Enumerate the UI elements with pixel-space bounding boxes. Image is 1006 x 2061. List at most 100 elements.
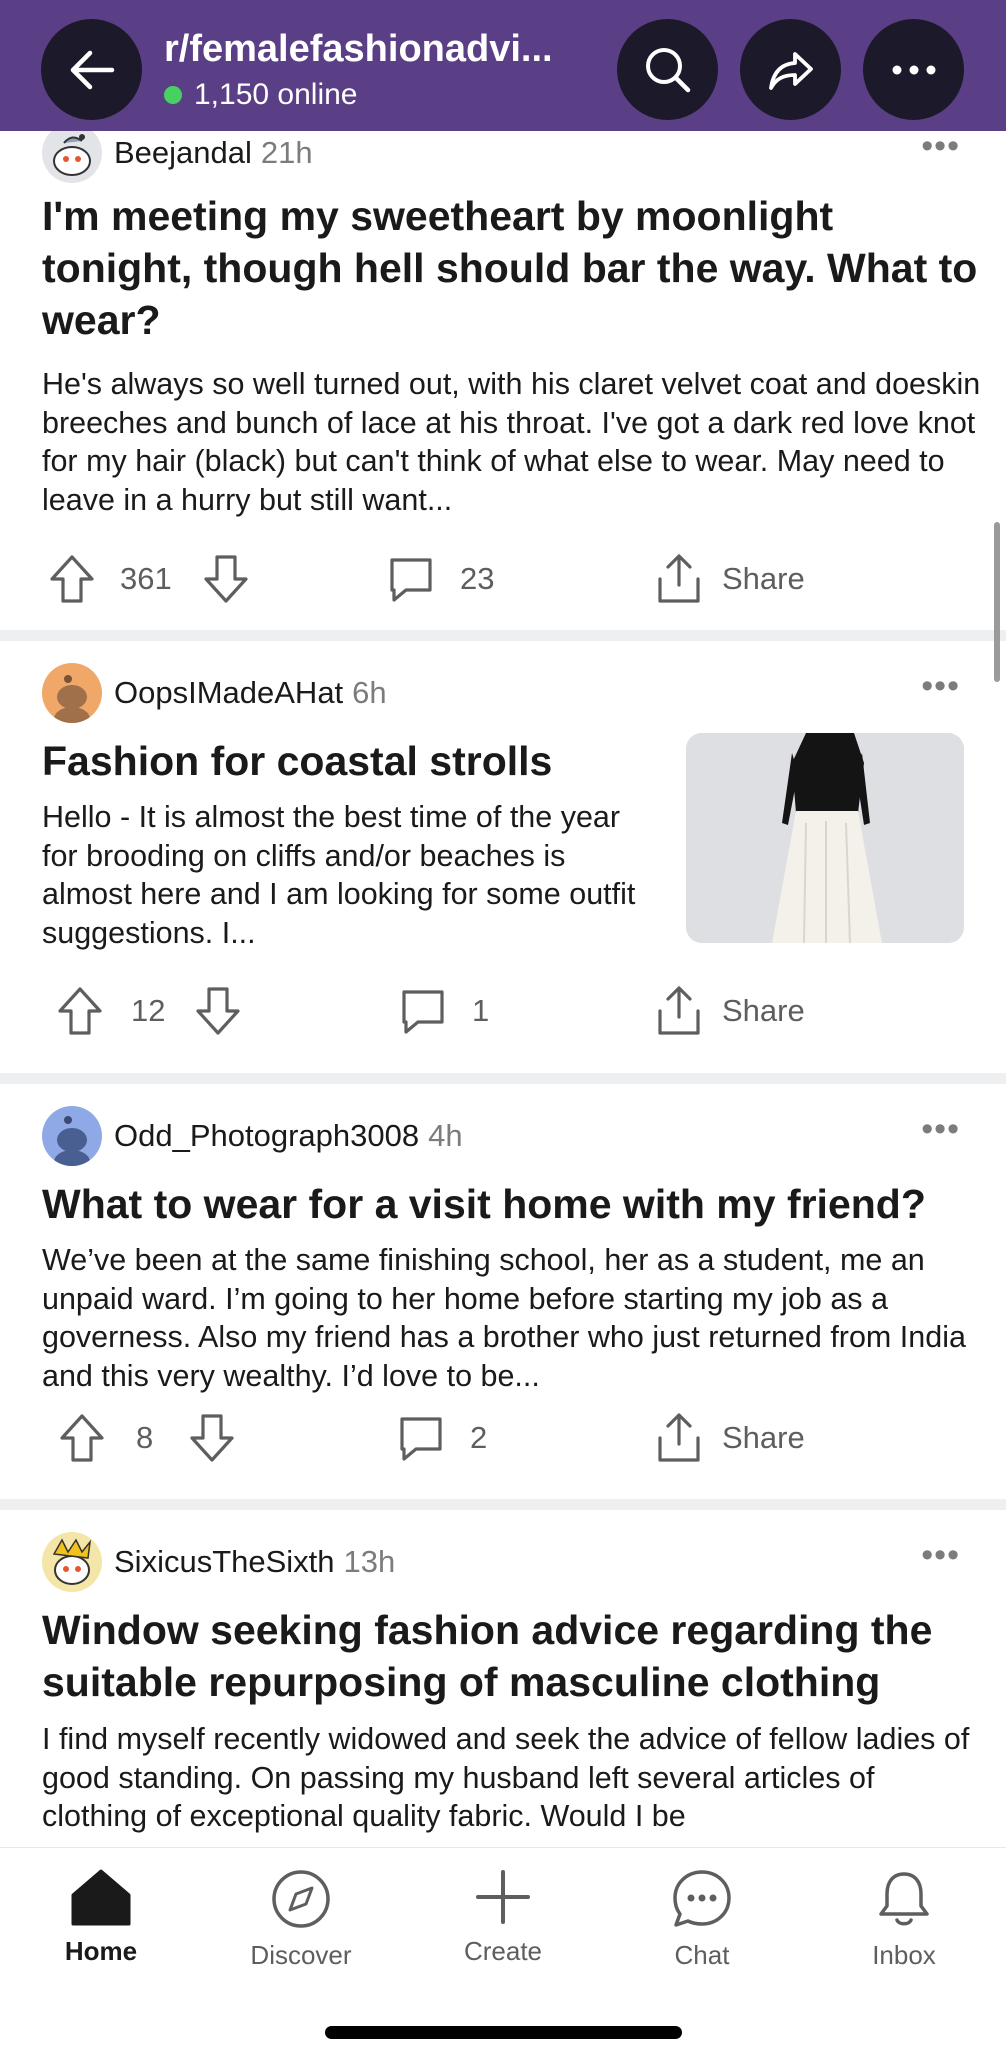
username[interactable]: Odd_Photograph3008: [114, 1118, 419, 1154]
post-body[interactable]: He's always so well turned out, with his…: [42, 365, 982, 519]
upvote-icon: [50, 555, 94, 603]
post-age: 21h: [260, 135, 313, 170]
tab-discover[interactable]: Discover: [221, 1868, 381, 1971]
tab-create[interactable]: Create: [423, 1868, 583, 1967]
post-thumbnail[interactable]: [686, 733, 964, 943]
share-label: Share: [722, 993, 805, 1028]
comment-count: 1: [472, 993, 490, 1028]
share-label: Share: [722, 1420, 805, 1455]
comment-icon: [400, 1417, 442, 1461]
downvote-icon: [204, 555, 248, 603]
post-actions: 12 1 Share: [0, 979, 1006, 1043]
avatar[interactable]: [42, 663, 102, 723]
home-indicator[interactable]: [325, 2026, 682, 2039]
post-title[interactable]: Fashion for coastal strolls: [42, 735, 662, 787]
tab-label: Inbox: [872, 1940, 936, 1970]
downvote-icon: [196, 987, 240, 1035]
post-body[interactable]: I find myself recently widowed and seek …: [42, 1720, 982, 1836]
downvote-button[interactable]: [202, 547, 250, 611]
online-dot: [164, 86, 182, 104]
post-more-button[interactable]: •••: [921, 667, 960, 706]
post-age: 6h: [352, 675, 387, 710]
upvote-icon: [58, 987, 102, 1035]
post-title[interactable]: What to wear for a visit home with my fr…: [42, 1178, 992, 1230]
upvote-button[interactable]: [58, 1406, 106, 1470]
comments-button[interactable]: 23: [386, 547, 494, 611]
tab-home[interactable]: Home: [21, 1868, 181, 1967]
online-count: 1,150 online: [164, 78, 357, 112]
snoo-avatar-icon: [52, 1538, 92, 1585]
username[interactable]: OopsIMadeAHat: [114, 675, 343, 711]
post-meta: OopsIMadeAHat 6h: [42, 661, 387, 725]
avatar[interactable]: [42, 1106, 102, 1166]
post-card[interactable]: Odd_Photograph3008 4h ••• What to wear f…: [0, 1084, 1006, 1494]
back-button[interactable]: [41, 19, 142, 120]
post-meta: Beejandal 21h: [42, 131, 313, 185]
subreddit-name[interactable]: r/femalefashionadvi...: [164, 28, 620, 71]
share-post-button[interactable]: Share: [654, 1406, 805, 1470]
home-icon: [71, 1869, 131, 1926]
online-count-label: 1,150 online: [194, 78, 358, 111]
post-meta: Odd_Photograph3008 4h: [42, 1104, 463, 1168]
vote-count: 361: [120, 561, 172, 596]
tab-label: Discover: [250, 1940, 352, 1970]
username[interactable]: Beejandal: [114, 135, 252, 171]
share-upload-icon: [658, 554, 700, 603]
vote-count: 12: [131, 993, 166, 1028]
post-more-button[interactable]: •••: [921, 1536, 960, 1575]
tab-label: Create: [463, 1936, 543, 1966]
vote-count: 8: [136, 1420, 154, 1455]
snoo-avatar-icon: [54, 675, 90, 723]
compass-icon: [272, 1870, 330, 1928]
post-body[interactable]: We’ve been at the same finishing school,…: [42, 1241, 982, 1395]
snoo-avatar-icon: [54, 1116, 90, 1166]
post-age: 4h: [428, 1118, 463, 1153]
back-arrow-icon: [70, 50, 114, 89]
tab-inbox[interactable]: Inbox: [824, 1868, 984, 1971]
post-meta: SixicusTheSixth 13h: [42, 1530, 395, 1594]
more-options-button[interactable]: [863, 19, 964, 120]
post-title[interactable]: Window seeking fashion advice regarding …: [42, 1604, 992, 1708]
comment-count: 23: [460, 561, 495, 596]
post-actions: 8 2 Share: [0, 1406, 1006, 1470]
comments-button[interactable]: 1: [398, 979, 489, 1043]
post-feed[interactable]: Beejandal 21h ••• I'm meeting my sweethe…: [0, 131, 1006, 1847]
username[interactable]: SixicusTheSixth: [114, 1544, 335, 1580]
share-label: Share: [722, 561, 805, 596]
upvote-button[interactable]: [48, 547, 96, 611]
snoo-avatar-icon: [53, 134, 91, 176]
upvote-button[interactable]: [56, 979, 104, 1043]
comment-count: 2: [470, 1420, 488, 1455]
downvote-icon: [190, 1414, 234, 1462]
share-button[interactable]: [740, 19, 841, 120]
comments-button[interactable]: 2: [396, 1406, 487, 1470]
post-card[interactable]: SixicusTheSixth 13h ••• Window seeking f…: [0, 1510, 1006, 1847]
search-button[interactable]: [617, 19, 718, 120]
bell-icon: [879, 1872, 929, 1926]
more-horizontal-icon: [892, 65, 935, 74]
tab-label: Home: [64, 1936, 138, 1966]
share-post-button[interactable]: Share: [654, 547, 805, 611]
upvote-icon: [60, 1414, 104, 1462]
tab-label: Chat: [674, 1940, 730, 1970]
post-separator: [0, 630, 1006, 641]
chat-icon: [673, 1870, 731, 1927]
post-more-button[interactable]: •••: [921, 1110, 960, 1149]
dress-image: [686, 733, 964, 943]
post-more-button[interactable]: •••: [921, 131, 960, 166]
share-forward-icon: [768, 51, 813, 90]
tab-chat[interactable]: Chat: [622, 1868, 782, 1971]
avatar[interactable]: [42, 1532, 102, 1592]
downvote-button[interactable]: [194, 979, 242, 1043]
feed-scrollbar[interactable]: [994, 522, 1000, 682]
post-title[interactable]: I'm meeting my sweetheart by moonlight t…: [42, 190, 982, 346]
post-age: 13h: [343, 1544, 396, 1579]
avatar[interactable]: [42, 131, 102, 183]
post-separator: [0, 1499, 1006, 1510]
post-card[interactable]: OopsIMadeAHat 6h ••• Fashion for coastal…: [0, 641, 1006, 1073]
share-post-button[interactable]: Share: [654, 979, 805, 1043]
post-separator: [0, 1073, 1006, 1084]
downvote-button[interactable]: [188, 1406, 236, 1470]
plus-icon: [476, 1870, 530, 1924]
post-body[interactable]: Hello - It is almost the best time of th…: [42, 798, 662, 952]
